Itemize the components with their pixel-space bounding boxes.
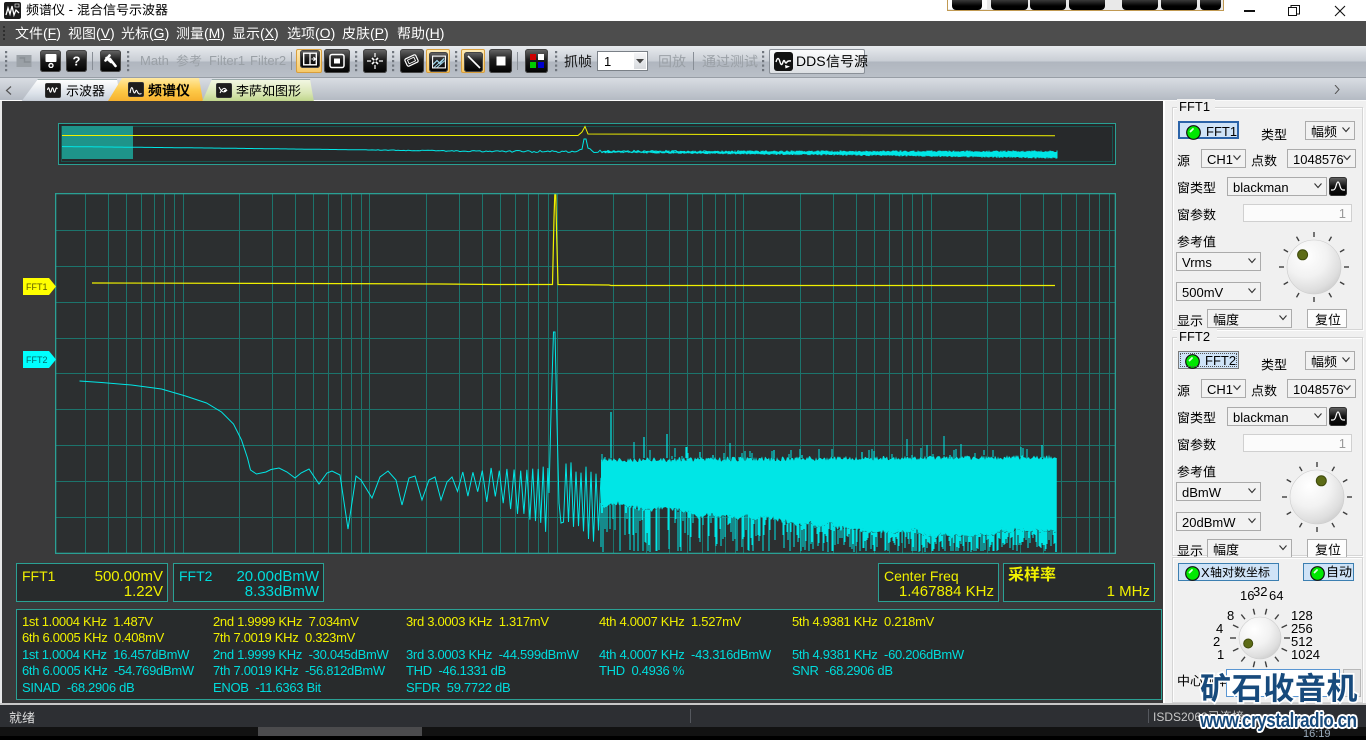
svg-text:FFT2: FFT2 [26, 355, 48, 365]
svg-text:FFT1: FFT1 [26, 282, 48, 292]
